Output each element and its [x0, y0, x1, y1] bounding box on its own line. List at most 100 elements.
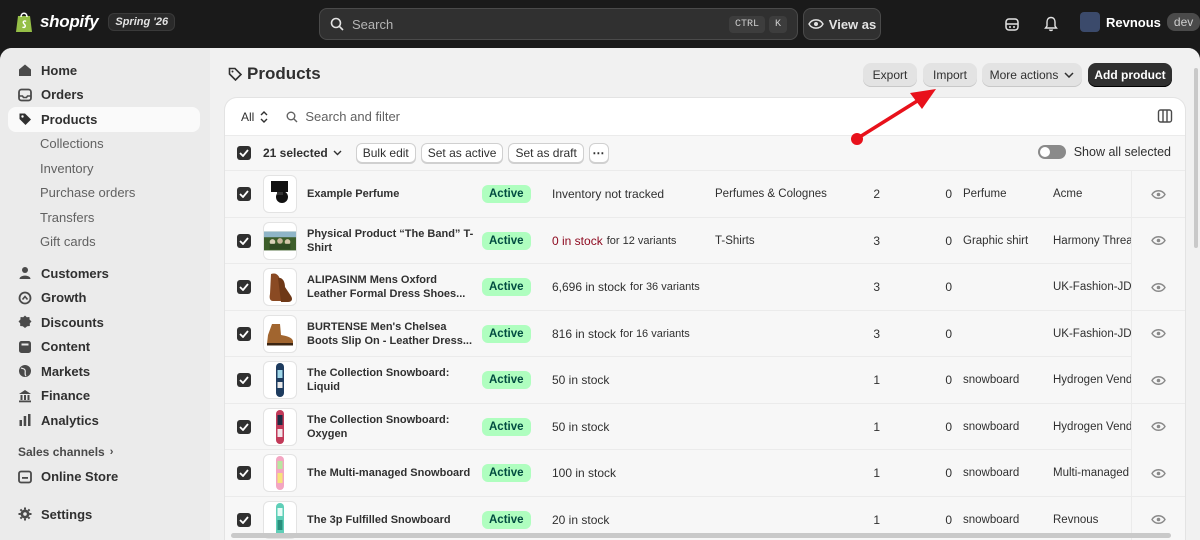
view-as-button[interactable]: View as: [803, 8, 881, 40]
sidebar-item-discounts[interactable]: Discounts: [8, 310, 200, 335]
sidebar-item-collections[interactable]: Collections: [8, 132, 200, 157]
row-checkbox[interactable]: [237, 512, 251, 527]
check-icon: [239, 190, 249, 198]
product-thumbnail[interactable]: [263, 314, 297, 353]
preview-eye-button[interactable]: [1131, 171, 1185, 217]
add-product-button[interactable]: Add product: [1088, 63, 1172, 87]
table-row[interactable]: Example Perfume Active Inventory not track…: [225, 171, 1185, 218]
table-row[interactable]: BURTENSE Men's Chelsea Boots Slip On - L…: [225, 310, 1185, 357]
row-checkbox[interactable]: [237, 280, 251, 294]
sidebar-item-inventory[interactable]: Inventory: [8, 156, 200, 181]
global-search[interactable]: Search CTRL K: [319, 8, 798, 40]
bell-icon[interactable]: [1041, 14, 1061, 34]
inventory-cell: 6,696 in stock for 36 variants: [552, 264, 700, 310]
sidebar-item-transfers[interactable]: Transfers: [8, 205, 200, 230]
preview-eye-button[interactable]: [1131, 264, 1185, 310]
main-content: Products Export Import More actions Add …: [210, 48, 1200, 540]
sidebar-item-gift-cards[interactable]: Gift cards: [8, 230, 200, 255]
row-checkbox[interactable]: [237, 466, 251, 480]
product-thumbnail[interactable]: [263, 221, 297, 260]
product-name-label: The Multi-managed Snowboard: [307, 467, 471, 479]
product-name[interactable]: The Collection Snowboard: Liquid: [307, 357, 479, 403]
markets-cell: 0: [945, 280, 952, 294]
product-name-label: Physical Product “The Band” T-Shirt: [307, 227, 474, 254]
row-checkbox[interactable]: [237, 233, 251, 248]
import-button[interactable]: Import: [923, 63, 977, 87]
eye-icon: [1151, 514, 1166, 525]
columns-icon[interactable]: [1157, 108, 1173, 124]
row-checkbox[interactable]: [237, 326, 251, 341]
more-actions-button[interactable]: More actions: [982, 63, 1082, 87]
inventory-cell: 0 in stock for 12 variants: [552, 218, 676, 264]
view-selector[interactable]: All: [241, 110, 268, 124]
preview-eye-button[interactable]: [1131, 403, 1185, 450]
product-name-label: The 3p Fulfilled Snowboard: [307, 513, 451, 526]
eye-icon: [1151, 375, 1166, 386]
table-row[interactable]: The Collection Snowboard: Oxygen Active 50…: [225, 403, 1185, 450]
sidebar-item-products[interactable]: Products: [8, 107, 200, 132]
product-name[interactable]: The Collection Snowboard: Oxygen: [307, 404, 479, 450]
sidebar-item-purchase-orders[interactable]: Purchase orders: [8, 181, 200, 206]
table-row[interactable]: The Multi-managed Snowboard Active 100 in …: [225, 450, 1185, 497]
table-row[interactable]: ALIPASINM Mens Oxford Leather Formal Dre…: [225, 264, 1185, 311]
markets-cell: 0: [945, 233, 952, 248]
sidebar-item-analytics[interactable]: Analytics: [8, 408, 200, 433]
channels-cell: 1: [873, 419, 880, 434]
search-and-filter[interactable]: Search and filter: [286, 109, 400, 124]
markets-cell: 0: [945, 419, 952, 434]
sidebar-item-label: Gift cards: [40, 234, 96, 250]
product-thumbnail[interactable]: [263, 268, 297, 306]
table-row[interactable]: The Collection Snowboard: Liquid Active 50…: [225, 357, 1185, 404]
row-checkbox[interactable]: [237, 419, 251, 434]
preview-eye-button[interactable]: [1131, 217, 1185, 264]
type-cell: snowboard: [963, 420, 1020, 433]
product-thumbnail[interactable]: [263, 361, 297, 399]
product-name[interactable]: The Multi-managed Snowboard: [307, 450, 479, 496]
product-name[interactable]: ALIPASINM Mens Oxford Leather Formal Dre…: [307, 264, 479, 310]
product-thumbnail[interactable]: [263, 407, 297, 446]
row-checkbox[interactable]: [237, 373, 251, 387]
preview-eye-button[interactable]: [1131, 357, 1185, 403]
selected-count[interactable]: 21 selected: [263, 146, 342, 160]
export-button[interactable]: Export: [863, 63, 917, 87]
table-row[interactable]: Physical Product “The Band” T-Shirt Activ…: [225, 217, 1185, 264]
table-horizontal-scrollbar[interactable]: [231, 533, 1171, 538]
preview-eye-button[interactable]: [1131, 450, 1185, 496]
sidebar-item-content[interactable]: Content: [8, 335, 200, 360]
bulk-edit-button[interactable]: Bulk edit: [355, 143, 416, 163]
product-name[interactable]: BURTENSE Men's Chelsea Boots Slip On - L…: [307, 311, 479, 357]
more-bulk-actions-button[interactable]: ⋯: [588, 143, 609, 163]
inventory-value: 6,696 in stock: [552, 280, 627, 294]
assistant-icon[interactable]: [1002, 14, 1022, 34]
product-name[interactable]: Example Perfume: [307, 171, 479, 217]
user-menu[interactable]: Revnous dev: [1080, 12, 1200, 32]
status-badge: Active: [482, 278, 531, 296]
show-all-selected[interactable]: Show all selected: [1037, 145, 1171, 159]
set-active-button[interactable]: Set as active: [420, 143, 504, 163]
sidebar-item-settings[interactable]: Settings: [8, 502, 200, 527]
sidebar-item-orders[interactable]: Orders: [8, 83, 200, 108]
product-name[interactable]: Physical Product “The Band” T-Shirt: [307, 218, 479, 264]
check-icon: [239, 422, 249, 431]
search-shortcut: CTRL K: [728, 15, 787, 33]
sidebar-item-growth[interactable]: Growth: [8, 286, 200, 311]
show-all-label: Show all selected: [1073, 145, 1171, 159]
show-all-toggle[interactable]: [1037, 145, 1066, 159]
user-name: Revnous: [1106, 14, 1161, 30]
shopify-logo[interactable]: shopify Spring '26: [14, 11, 176, 33]
page-scrollbar[interactable]: [1194, 68, 1198, 248]
sidebar-item-home[interactable]: Home: [8, 58, 200, 83]
vendor-cell: UK-Fashion-JD: [1053, 327, 1131, 340]
set-draft-button[interactable]: Set as draft: [508, 143, 584, 163]
sidebar-item-customers[interactable]: Customers: [8, 261, 200, 286]
row-checkbox[interactable]: [237, 187, 251, 201]
sidebar-item-markets[interactable]: Markets: [8, 359, 200, 384]
product-thumbnail[interactable]: [263, 175, 297, 213]
preview-eye-button[interactable]: [1131, 310, 1185, 357]
product-thumbnail[interactable]: [263, 454, 297, 492]
sidebar-item-online-store[interactable]: Online Store: [8, 465, 200, 490]
sales-channels-header[interactable]: Sales channels ›: [0, 439, 210, 465]
eye-icon: [1151, 468, 1166, 479]
select-all-checkbox[interactable]: [237, 146, 251, 160]
sidebar-item-finance[interactable]: Finance: [8, 384, 200, 409]
